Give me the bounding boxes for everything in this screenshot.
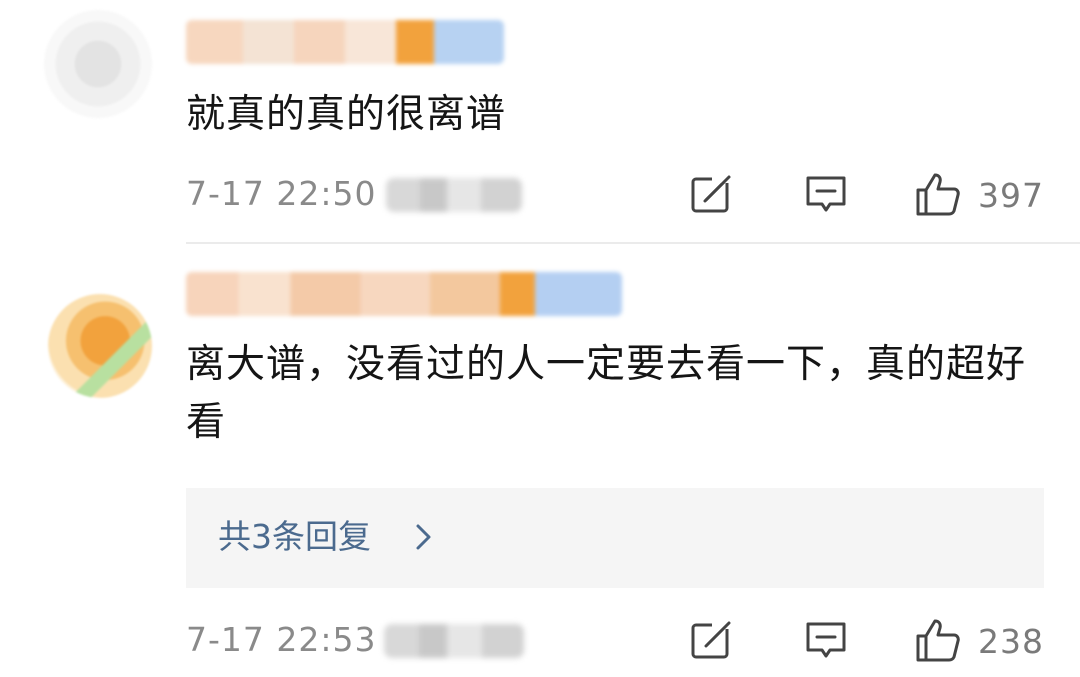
edit-button[interactable]	[688, 170, 736, 218]
comment-text: 离大谱，没看过的人一定要去看一下，真的超好看	[186, 342, 1027, 445]
replies-panel[interactable]: 共3条回复	[186, 488, 1044, 588]
thumbs-up-icon	[916, 173, 960, 216]
comment-item: 就真的真的很离谱 7-17 22:50 397	[0, 0, 1080, 243]
comment-item: 离大谱，没看过的人一定要去看一下，真的超好看 共3条回复 7-17 22:53 …	[0, 244, 1080, 677]
edit-icon	[691, 175, 732, 213]
reply-button[interactable]	[802, 616, 850, 664]
edit-button[interactable]	[688, 616, 736, 664]
comment-timestamp: 7-17 22:53	[186, 620, 377, 659]
edit-icon	[691, 621, 732, 659]
username-blurred[interactable]	[186, 20, 504, 64]
reply-button[interactable]	[802, 170, 850, 218]
view-replies-link[interactable]: 共3条回复	[218, 512, 371, 562]
chevron-right-icon	[416, 524, 431, 550]
thumbs-up-icon	[916, 619, 960, 662]
source-blurred	[386, 178, 522, 212]
comment-timestamp: 7-17 22:50	[186, 174, 377, 213]
comment-text: 就真的真的很离谱	[186, 92, 507, 137]
avatar[interactable]	[44, 10, 152, 118]
like-button[interactable]	[914, 170, 962, 218]
comment-icon	[806, 176, 846, 212]
like-count: 397	[978, 176, 1044, 215]
like-button[interactable]	[914, 616, 962, 664]
avatar[interactable]	[48, 294, 152, 398]
source-blurred	[384, 624, 524, 658]
comment-icon	[806, 622, 846, 658]
username-blurred[interactable]	[186, 272, 622, 316]
like-count: 238	[978, 622, 1044, 661]
